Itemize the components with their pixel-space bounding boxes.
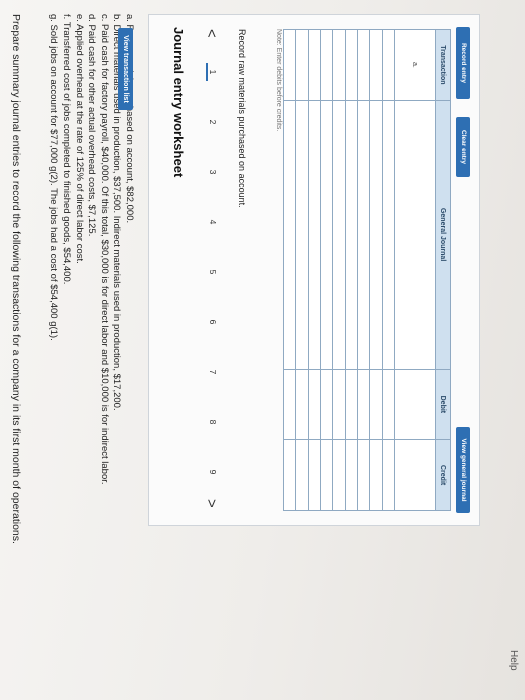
account-select[interactable] bbox=[308, 100, 321, 370]
page-3[interactable]: 3 bbox=[208, 163, 218, 181]
page-4[interactable]: 4 bbox=[208, 213, 218, 231]
account-select[interactable] bbox=[332, 100, 346, 370]
col-credit: Credit bbox=[435, 439, 451, 511]
table-row bbox=[369, 29, 383, 511]
transaction-c: c. Paid cash for factory payroll, $40,00… bbox=[98, 14, 110, 485]
worksheet-pager: < 1 2 3 4 5 6 7 8 9 > bbox=[199, 29, 221, 509]
debit-input[interactable] bbox=[345, 369, 358, 440]
account-select[interactable] bbox=[357, 100, 370, 370]
prev-arrow-icon[interactable]: < bbox=[201, 29, 221, 38]
table-row bbox=[283, 29, 296, 511]
view-general-journal-button[interactable]: View general journal bbox=[456, 427, 470, 513]
rotated-page: Help Prepare summary journal entries to … bbox=[0, 0, 525, 700]
debit-input[interactable] bbox=[369, 369, 383, 440]
transaction-d: d. Paid cash for other actual overhead c… bbox=[86, 14, 98, 237]
transaction-e: e. Applied overhead at the rate of 125% … bbox=[73, 14, 85, 264]
debit-input[interactable] bbox=[320, 369, 333, 440]
debit-input[interactable] bbox=[308, 369, 321, 440]
transaction-cell bbox=[295, 29, 309, 101]
worksheet-title: Journal entry worksheet bbox=[171, 27, 186, 178]
page-8[interactable]: 8 bbox=[208, 413, 218, 431]
page-7[interactable]: 7 bbox=[208, 363, 218, 381]
account-select[interactable] bbox=[382, 100, 395, 370]
account-select[interactable] bbox=[295, 100, 309, 370]
credit-input[interactable] bbox=[345, 439, 358, 511]
credit-input[interactable] bbox=[308, 439, 321, 511]
transaction-cell bbox=[320, 29, 333, 101]
page-2[interactable]: 2 bbox=[208, 113, 218, 131]
help-link[interactable]: Help bbox=[508, 650, 519, 671]
table-row bbox=[332, 29, 346, 511]
record-entry-button[interactable]: Record entry bbox=[456, 27, 470, 99]
account-select[interactable] bbox=[345, 100, 358, 370]
debit-input[interactable] bbox=[357, 369, 370, 440]
account-select[interactable] bbox=[394, 100, 436, 370]
transaction-g: g. Sold jobs on account for $77,000 g(2)… bbox=[48, 14, 60, 341]
table-row bbox=[357, 29, 370, 511]
col-debit: Debit bbox=[435, 369, 451, 440]
debit-input[interactable] bbox=[394, 369, 436, 440]
screen-background: Help Prepare summary journal entries to … bbox=[0, 0, 525, 700]
debit-input[interactable] bbox=[283, 369, 296, 440]
journal-table: Transaction General Journal Debit Credit… bbox=[283, 29, 451, 511]
debit-input[interactable] bbox=[382, 369, 395, 440]
credit-input[interactable] bbox=[283, 439, 296, 511]
page-5[interactable]: 5 bbox=[208, 263, 218, 281]
col-general-journal: General Journal bbox=[435, 100, 451, 370]
transaction-cell bbox=[308, 29, 321, 101]
account-select[interactable] bbox=[320, 100, 333, 370]
account-select[interactable] bbox=[283, 100, 296, 370]
page-6[interactable]: 6 bbox=[208, 313, 218, 331]
table-row bbox=[295, 29, 309, 511]
credit-input[interactable] bbox=[320, 439, 333, 511]
credit-input[interactable] bbox=[332, 439, 346, 511]
table-row: a. bbox=[394, 29, 436, 511]
transaction-cell bbox=[369, 29, 383, 101]
next-arrow-icon[interactable]: > bbox=[201, 499, 221, 508]
table-row bbox=[382, 29, 395, 511]
credit-input[interactable] bbox=[357, 439, 370, 511]
clear-entry-button[interactable]: Clear entry bbox=[456, 117, 470, 177]
transaction-cell bbox=[283, 29, 296, 101]
transaction-cell: a. bbox=[394, 29, 436, 101]
transaction-cell bbox=[382, 29, 395, 101]
col-transaction: Transaction bbox=[435, 29, 451, 101]
transaction-f: f. Transferred cost of jobs completed to… bbox=[61, 14, 73, 285]
journal-entry-worksheet: Journal entry worksheet < 1 2 3 4 5 6 7 … bbox=[148, 14, 480, 526]
transaction-cell bbox=[332, 29, 346, 101]
credit-input[interactable] bbox=[394, 439, 436, 511]
table-row bbox=[345, 29, 358, 511]
journal-header-row: Transaction General Journal Debit Credit bbox=[435, 29, 451, 511]
credit-input[interactable] bbox=[295, 439, 309, 511]
debit-input[interactable] bbox=[332, 369, 346, 440]
table-row bbox=[320, 29, 333, 511]
view-transaction-list-button[interactable]: View transaction list bbox=[118, 28, 133, 110]
page-9[interactable]: 9 bbox=[208, 463, 218, 481]
transaction-cell bbox=[357, 29, 370, 101]
worksheet-description: Record raw materials purchased on accoun… bbox=[237, 29, 247, 208]
credit-input[interactable] bbox=[369, 439, 383, 511]
credit-input[interactable] bbox=[382, 439, 395, 511]
transaction-cell bbox=[345, 29, 358, 101]
page-1[interactable]: 1 bbox=[206, 63, 218, 81]
debit-credit-note: Note: Enter debits before credits. bbox=[275, 29, 282, 132]
instructions-text: Prepare summary journal entries to recor… bbox=[10, 14, 22, 544]
debit-input[interactable] bbox=[295, 369, 309, 440]
table-row bbox=[308, 29, 321, 511]
account-select[interactable] bbox=[369, 100, 383, 370]
